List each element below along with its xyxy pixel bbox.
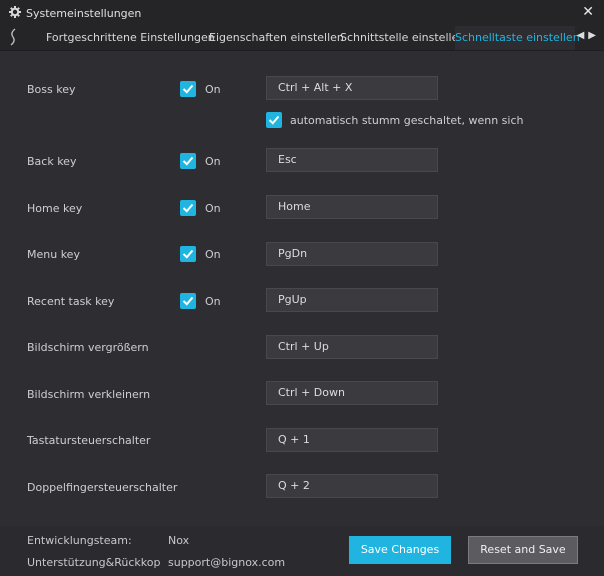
hotkey-settings-panel: Boss key On Ctrl + Alt + X automatisch s… bbox=[0, 51, 604, 526]
menu-key-checkbox[interactable] bbox=[180, 246, 196, 262]
recent-task-key-on-label: On bbox=[205, 295, 221, 308]
home-key-field[interactable]: Home bbox=[266, 195, 438, 219]
two-finger-control-field[interactable]: Q + 2 bbox=[266, 474, 438, 498]
dev-team-value: Nox bbox=[168, 534, 190, 547]
zoom-out-field[interactable]: Ctrl + Down bbox=[266, 381, 438, 405]
back-arrow-icon[interactable] bbox=[8, 28, 18, 50]
tab-scroll-arrows[interactable]: ◀▶ bbox=[577, 30, 600, 41]
zoom-out-label: Bildschirm verkleinern bbox=[27, 388, 151, 401]
home-key-checkbox[interactable] bbox=[180, 200, 196, 216]
menu-key-on-label: On bbox=[205, 248, 221, 261]
back-key-field[interactable]: Esc bbox=[266, 148, 438, 172]
home-key-on-label: On bbox=[205, 202, 221, 215]
support-email[interactable]: support@bignox.com bbox=[168, 556, 285, 569]
check-icon bbox=[268, 115, 280, 125]
boss-key-on-label: On bbox=[205, 83, 221, 96]
save-changes-button[interactable]: Save Changes bbox=[349, 536, 451, 564]
boss-key-label: Boss key bbox=[27, 83, 76, 96]
auto-mute-checkbox[interactable] bbox=[266, 112, 282, 128]
close-icon[interactable]: ✕ bbox=[582, 4, 594, 20]
check-icon bbox=[182, 156, 194, 166]
home-key-label: Home key bbox=[27, 202, 83, 215]
footer: Entwicklungsteam: Nox Unterstützung&Rück… bbox=[0, 526, 604, 576]
back-key-on-label: On bbox=[205, 155, 221, 168]
title-bar: Systemeinstellungen ✕ bbox=[0, 0, 604, 26]
tab-properties[interactable]: Eigenschaften einstellen bbox=[203, 26, 350, 50]
zoom-in-field[interactable]: Ctrl + Up bbox=[266, 335, 438, 359]
gear-icon bbox=[9, 6, 21, 18]
tab-interface[interactable]: Schnittstelle einstellen bbox=[334, 26, 471, 50]
window-title: Systemeinstellungen bbox=[26, 7, 142, 20]
check-icon bbox=[182, 249, 194, 259]
recent-task-key-checkbox[interactable] bbox=[180, 293, 196, 309]
check-icon bbox=[182, 84, 194, 94]
keyboard-control-field[interactable]: Q + 1 bbox=[266, 428, 438, 452]
auto-mute-label: automatisch stumm geschaltet, wenn sich … bbox=[290, 114, 526, 127]
reset-and-save-button[interactable]: Reset and Save bbox=[468, 536, 578, 564]
menu-key-field[interactable]: PgDn bbox=[266, 242, 438, 266]
zoom-in-label: Bildschirm vergrößern bbox=[27, 341, 149, 354]
recent-task-key-label: Recent task key bbox=[27, 295, 115, 308]
tab-hotkeys[interactable]: Schnelltaste einstellen bbox=[455, 26, 580, 50]
back-key-checkbox[interactable] bbox=[180, 153, 196, 169]
boss-key-checkbox[interactable] bbox=[180, 81, 196, 97]
check-icon bbox=[182, 296, 194, 306]
two-finger-control-label: Doppelfingersteuerschalter bbox=[27, 481, 178, 494]
recent-task-key-field[interactable]: PgUp bbox=[266, 288, 438, 312]
support-label: Unterstützung&Rückkopplung: bbox=[27, 556, 161, 569]
keyboard-control-label: Tastatursteuerschalter bbox=[27, 434, 151, 447]
boss-key-field[interactable]: Ctrl + Alt + X bbox=[266, 76, 438, 100]
tab-bar: Fortgeschrittene Einstellungen Eigenscha… bbox=[0, 26, 604, 51]
back-key-label: Back key bbox=[27, 155, 77, 168]
tab-advanced-settings[interactable]: Fortgeschrittene Einstellungen bbox=[40, 26, 221, 50]
dev-team-label: Entwicklungsteam: bbox=[27, 534, 132, 547]
menu-key-label: Menu key bbox=[27, 248, 80, 261]
check-icon bbox=[182, 203, 194, 213]
